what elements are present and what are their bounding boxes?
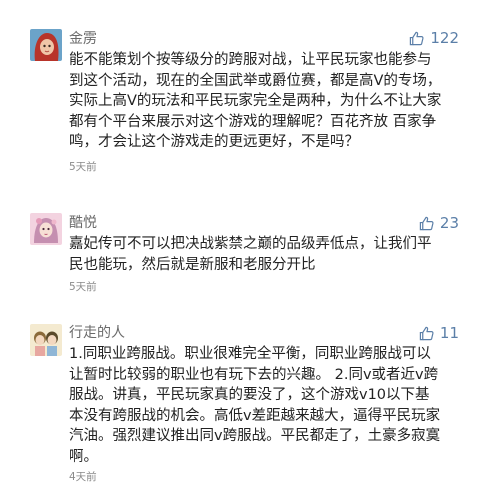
like-button[interactable]: 122 [409,29,459,47]
like-button[interactable]: 23 [419,214,459,232]
avatar-image [30,213,62,245]
thumbs-up-icon [409,31,424,46]
timestamp: 5天前 [69,281,97,293]
like-count: 23 [439,214,459,232]
like-button[interactable]: 11 [419,324,459,342]
like-count: 11 [439,324,459,342]
avatar[interactable] [30,213,62,245]
avatar[interactable] [30,324,62,356]
timestamp: 4天前 [69,471,97,483]
username[interactable]: 行走的人 [69,324,125,342]
comment-text: 能不能策划个按等级分的跨服对战，让平民玩家也能参与 到这个活动，现在的全国武举或… [69,52,442,150]
like-count: 122 [430,29,459,47]
thumbs-up-icon [419,216,434,231]
username[interactable]: 酷悦 [69,214,97,232]
thumbs-up-icon [419,326,434,341]
username[interactable]: 金雳 [69,30,97,48]
timestamp: 5天前 [69,161,97,173]
avatar[interactable] [30,29,62,61]
avatar-image [30,324,62,356]
comment-text: 1.同职业跨服战。职业很难完全平衡，同职业跨服战可以 让暂时比较弱的职业也有玩下… [69,346,441,465]
comment-text: 嘉妃传可不可以把决战紫禁之巅的品级弄低点，让我们平 民也能玩，然后就是新服和老服… [69,236,432,273]
avatar-image [30,29,62,61]
